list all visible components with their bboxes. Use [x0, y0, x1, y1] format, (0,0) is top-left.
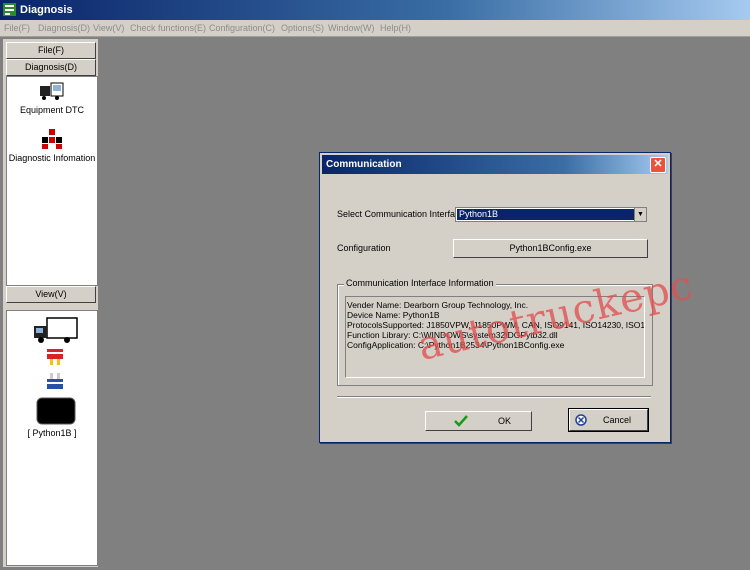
menu-check-functions[interactable]: Check functions(E)	[130, 23, 206, 33]
cancel-button[interactable]: Cancel	[568, 408, 649, 432]
device-label: [ Python1B ]	[27, 428, 77, 438]
chevron-down-icon[interactable]: ▼	[634, 208, 646, 221]
sidebar-item-equipment-dtc[interactable]: Equipment DTC	[7, 81, 97, 115]
cancel-x-icon	[575, 414, 587, 426]
equipment-dtc-icon	[40, 82, 64, 100]
diagnostic-information-icon	[42, 129, 62, 149]
menu-view[interactable]: View(V)	[93, 23, 124, 33]
connector-icon	[47, 349, 63, 365]
menu-diagnosis[interactable]: Diagnosis(D)	[38, 23, 90, 33]
app-icon	[3, 3, 16, 16]
menu-options[interactable]: Options(S)	[281, 23, 324, 33]
dialog-separator	[337, 396, 651, 398]
menu-bar: File(F) Diagnosis(D) View(V) Check funct…	[0, 20, 750, 37]
file-tab-button[interactable]: File(F)	[6, 42, 96, 59]
dialog-title: Communication	[326, 159, 402, 170]
configuration-label: Configuration	[337, 243, 391, 253]
info-line: Device Name: Python1B	[347, 310, 440, 320]
menu-configuration[interactable]: Configuration(C)	[209, 23, 275, 33]
diagnosis-tab-button[interactable]: Diagnosis(D)	[6, 59, 96, 76]
left-panel: File(F) Diagnosis(D) Equipment DTC Diagn	[3, 39, 98, 567]
checkmark-icon	[454, 415, 468, 427]
interface-select-value: Python1B	[457, 209, 635, 220]
diagnosis-pane: Equipment DTC Diagnostic Infomation	[6, 76, 98, 286]
sidebar-item-label: Diagnostic Infomation	[8, 153, 96, 163]
menu-file[interactable]: File(F)	[4, 23, 30, 33]
python1b-device-icon[interactable]	[36, 397, 76, 425]
interface-info-title: Communication Interface Information	[344, 278, 496, 288]
sidebar-item-label: Equipment DTC	[19, 105, 85, 115]
cancel-button-label: Cancel	[603, 415, 632, 425]
view-tab-button[interactable]: View(V)	[6, 286, 96, 303]
menu-help[interactable]: Help(H)	[380, 23, 411, 33]
ok-button[interactable]: OK	[425, 411, 532, 431]
menu-window[interactable]: Window(W)	[328, 23, 375, 33]
window-title: Diagnosis	[20, 4, 73, 16]
ok-button-label: OK	[498, 416, 512, 426]
sidebar-item-diagnostic-information[interactable]: Diagnostic Infomation	[7, 129, 97, 163]
close-icon[interactable]: ✕	[650, 157, 666, 173]
select-interface-label: Select Communication Interface	[337, 209, 465, 219]
cable-connector-icon	[47, 373, 63, 389]
dialog-titlebar: Communication ✕	[322, 155, 668, 174]
truck-icon	[34, 317, 78, 343]
config-exe-button[interactable]: Python1BConfig.exe	[453, 239, 648, 258]
device-pane: [ Python1B ]	[6, 310, 98, 566]
window-titlebar: Diagnosis	[0, 0, 750, 20]
interface-select[interactable]: Python1B ▼	[455, 207, 647, 222]
